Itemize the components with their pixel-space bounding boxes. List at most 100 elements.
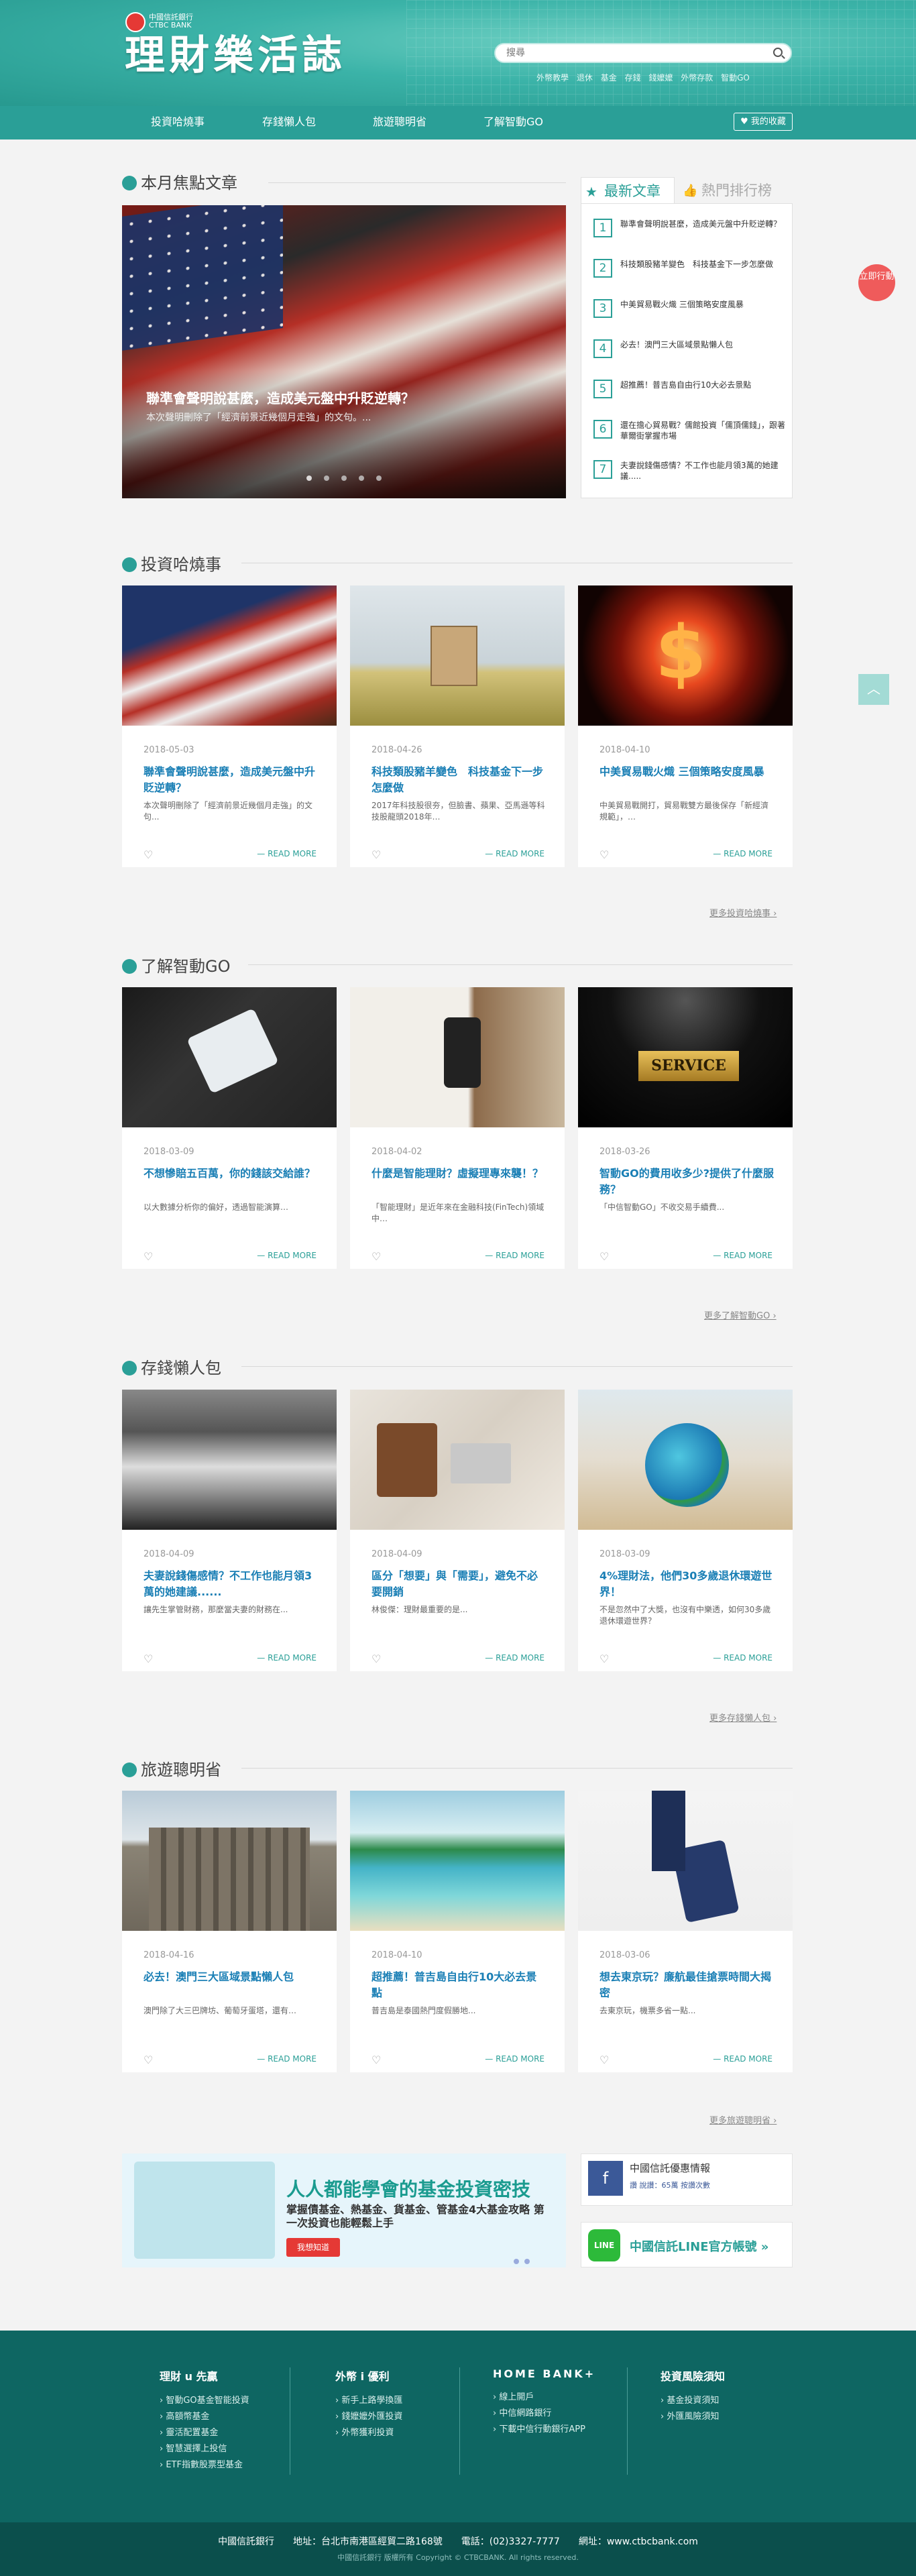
heart-icon[interactable]: ♡	[144, 1653, 153, 1665]
hero-slide[interactable]: 聯準會聲明說甚麼，造成美元盤中升貶逆轉？ 本次聲明刪除了「經濟前景近幾個月走強」…	[122, 205, 566, 498]
read-more-link[interactable]: READ MORE	[257, 1251, 317, 1260]
article-image[interactable]	[350, 585, 565, 726]
article-title[interactable]: 必去！澳門三大區域景點懶人包	[144, 1969, 319, 1985]
article-image[interactable]	[578, 1791, 793, 1931]
more-smartgo-link[interactable]: 更多了解智動GO ›	[704, 1308, 777, 1321]
line-account-box[interactable]: LINE 中國信託LINE官方帳號 »	[581, 2222, 793, 2267]
fund-promo-banner[interactable]: 人人都能學會的基金投資密技 掌握債基金、熱基金、貨基金、管基金4大基金攻略 第一…	[122, 2153, 566, 2267]
list-item[interactable]: 1 聯準會聲明說甚麼，造成美元盤中升貶逆轉？	[593, 219, 788, 245]
article-image[interactable]: $	[578, 585, 793, 726]
ctbc-logo-icon[interactable]	[125, 12, 146, 32]
list-item-title[interactable]: 科技類股豬羊變色 科技基金下一步怎麼做	[620, 259, 788, 270]
more-travel-link[interactable]: 更多旅遊聰明省 ›	[709, 2113, 777, 2126]
more-saving-link[interactable]: 更多存錢懶人包 ›	[709, 1711, 777, 1724]
list-item[interactable]: 3 中美貿易戰火熾 三個策略安度風暴	[593, 299, 788, 326]
article-title[interactable]: 中美貿易戰火熾 三個策略安度風暴	[599, 764, 775, 780]
action-float-button[interactable]: 立即行動	[858, 264, 895, 301]
footer-link[interactable]: 下載中信行動銀行APP	[493, 2422, 627, 2438]
list-item[interactable]: 4 必去！澳門三大區域景點懶人包	[593, 339, 788, 366]
article-title[interactable]: 區分「想要」與「需要」，避免不必要開銷	[371, 1568, 547, 1600]
line-account-link[interactable]: 中國信託LINE官方帳號 »	[630, 2237, 768, 2255]
banner-dot[interactable]	[514, 2259, 519, 2264]
footer-link[interactable]: 靈活配置基金	[160, 2425, 294, 2441]
read-more-link[interactable]: READ MORE	[257, 2054, 317, 2064]
hotword-link[interactable]: 外幣教學	[536, 73, 569, 82]
heart-icon[interactable]: ♡	[599, 848, 609, 861]
footer-link[interactable]: 外幣獲利投資	[335, 2425, 469, 2441]
footer-link[interactable]: ETF指數股票型基金	[160, 2457, 294, 2473]
list-item[interactable]: 5 超推薦！普吉島自由行10大必去景點	[593, 380, 788, 406]
read-more-link[interactable]: READ MORE	[713, 1251, 772, 1260]
article-card[interactable]: 2018-03-09 不想慘賠五百萬，你的錢該交給誰？ 以大數據分析你的偏好，透…	[122, 987, 337, 1269]
search-input[interactable]	[506, 44, 761, 62]
carousel-dot[interactable]	[359, 475, 364, 481]
article-title[interactable]: 聯準會聲明說甚麼，造成美元盤中升貶逆轉？	[144, 764, 319, 796]
hotword-link[interactable]: 外幣存款	[681, 73, 713, 82]
article-title[interactable]: 科技類股豬羊變色 科技基金下一步怎麼做	[371, 764, 547, 796]
nav-item-saving[interactable]: 存錢懶人包	[262, 113, 316, 129]
hotword-link[interactable]: 錢嬤嬤	[648, 73, 673, 82]
heart-icon[interactable]: ♡	[599, 1653, 609, 1665]
search-icon[interactable]	[773, 48, 783, 57]
article-image[interactable]: SERVICE	[578, 987, 793, 1127]
banner-cta-button[interactable]: 我想知道	[286, 2238, 340, 2257]
carousel-dot[interactable]	[376, 475, 382, 481]
read-more-link[interactable]: READ MORE	[485, 2054, 545, 2064]
article-image[interactable]	[122, 1791, 337, 1931]
read-more-link[interactable]: READ MORE	[257, 1653, 317, 1663]
facebook-fanpage-box[interactable]: f 中國信託優惠情報 讚 說讚：65萬 按讚次數	[581, 2153, 793, 2206]
read-more-link[interactable]: READ MORE	[485, 1251, 545, 1260]
my-favorites-button[interactable]: ♥ 我的收藏	[734, 113, 793, 131]
read-more-link[interactable]: READ MORE	[713, 2054, 772, 2064]
footer-link[interactable]: 新手上路學換匯	[335, 2393, 469, 2409]
read-more-link[interactable]: READ MORE	[713, 849, 772, 858]
nav-item-invest[interactable]: 投資哈燒事	[151, 113, 205, 129]
hero-title[interactable]: 聯準會聲明說甚麼，造成美元盤中升貶逆轉？	[146, 388, 414, 407]
article-title[interactable]: 夫妻說錢傷感情？不工作也能月領3萬的她建議......	[144, 1568, 319, 1600]
fanpage-like-count[interactable]: 讚 說讚：65萬 按讚次數	[630, 2180, 710, 2190]
back-to-top-icon[interactable]: ︿	[858, 674, 889, 705]
heart-icon[interactable]: ♡	[371, 2054, 381, 2066]
footer-link[interactable]: 智慧選擇上投信	[160, 2441, 294, 2457]
read-more-link[interactable]: READ MORE	[713, 1653, 772, 1663]
article-title[interactable]: 4%理財法，他們30多歲退休環遊世界！	[599, 1568, 775, 1600]
article-title[interactable]: 什麼是智能理財？虛擬理專來襲！？	[371, 1166, 547, 1182]
hotword-link[interactable]: 基金	[601, 73, 617, 82]
article-card[interactable]: 2018-05-03 聯準會聲明說甚麼，造成美元盤中升貶逆轉？ 本次聲明刪除了「…	[122, 585, 337, 867]
more-invest-link[interactable]: 更多投資哈燒事 ›	[709, 906, 777, 919]
list-item[interactable]: 2 科技類股豬羊變色 科技基金下一步怎麼做	[593, 259, 788, 286]
carousel-dot[interactable]	[306, 475, 312, 481]
list-item-title[interactable]: 聯準會聲明說甚麼，造成美元盤中升貶逆轉？	[620, 219, 788, 229]
nav-item-travel[interactable]: 旅遊聰明省	[373, 113, 426, 129]
footer-link[interactable]: 錢嬤嬤外匯投資	[335, 2409, 469, 2425]
list-item-title[interactable]: 超推薦！普吉島自由行10大必去景點	[620, 380, 788, 390]
hotword-link[interactable]: 存錢	[625, 73, 641, 82]
hotword-link[interactable]: 退休	[577, 73, 593, 82]
article-image[interactable]	[350, 987, 565, 1127]
tab-hot[interactable]: 👍 熱門排行榜	[679, 177, 786, 204]
article-image[interactable]	[578, 1390, 793, 1530]
list-item[interactable]: 7 夫妻說錢傷感情？不工作也能月領3萬的她建議.....	[593, 460, 788, 487]
list-item-title[interactable]: 中美貿易戰火熾 三個策略安度風暴	[620, 299, 788, 310]
footer-link[interactable]: 中信網路銀行	[493, 2406, 627, 2422]
heart-icon[interactable]: ♡	[144, 2054, 153, 2066]
article-image[interactable]	[122, 987, 337, 1127]
read-more-link[interactable]: READ MORE	[257, 849, 317, 858]
heart-icon[interactable]: ♡	[371, 1250, 381, 1263]
read-more-link[interactable]: READ MORE	[485, 1653, 545, 1663]
read-more-link[interactable]: READ MORE	[485, 849, 545, 858]
footer-link[interactable]: 外匯風險須知	[661, 2409, 795, 2425]
search-box[interactable]	[494, 43, 792, 63]
article-card[interactable]: 2018-04-02 什麼是智能理財？虛擬理專來襲！？ 「智能理財」是近年來在金…	[350, 987, 565, 1269]
article-card[interactable]: 2018-03-09 4%理財法，他們30多歲退休環遊世界！ 不是忽然中了大獎，…	[578, 1390, 793, 1671]
list-item-title[interactable]: 夫妻說錢傷感情？不工作也能月領3萬的她建議.....	[620, 460, 788, 482]
fanpage-name[interactable]: 中國信託優惠情報	[630, 2161, 710, 2175]
article-card[interactable]: $ 2018-04-10 中美貿易戰火熾 三個策略安度風暴 中美貿易戰開打，貿易…	[578, 585, 793, 867]
article-card[interactable]: 2018-04-26 科技類股豬羊變色 科技基金下一步怎麼做 2017年科技股很…	[350, 585, 565, 867]
article-card[interactable]: 2018-04-09 區分「想要」與「需要」，避免不必要開銷 林俊傑：理財最重要…	[350, 1390, 565, 1671]
heart-icon[interactable]: ♡	[371, 1653, 381, 1665]
site-logo-title[interactable]: 理財樂活誌	[125, 32, 346, 79]
article-image[interactable]	[350, 1390, 565, 1530]
hotword-link[interactable]: 智動GO	[721, 73, 750, 82]
footer-link[interactable]: 基金投資須知	[661, 2393, 795, 2409]
